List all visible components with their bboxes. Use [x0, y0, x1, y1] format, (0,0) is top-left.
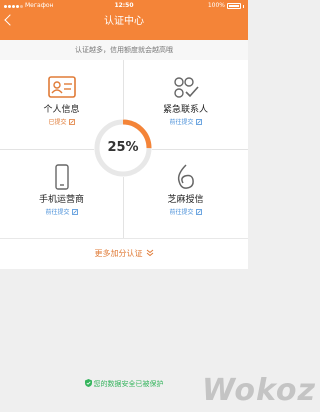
watermark-logo: Wokoz [201, 373, 316, 408]
item-status: 前往提交 [124, 208, 247, 217]
progress-percent: 25% [107, 140, 139, 155]
item-title: 个人信息 [43, 105, 80, 115]
security-text: 您的数据安全已被保护 [93, 380, 164, 388]
contacts-icon [173, 77, 199, 98]
double-chevron-down-icon [146, 249, 153, 257]
item-title: 手机运营商 [38, 195, 84, 205]
edit-icon [195, 119, 202, 125]
battery-icon [227, 3, 241, 9]
shield-icon [84, 379, 92, 387]
item-title: 芝麻授信 [167, 195, 204, 205]
more-label: 更多加分认证 [94, 249, 143, 258]
item-status: 前往提交 [0, 208, 123, 217]
battery-percent: 100% [207, 2, 225, 9]
credit-notice: 认证越多，信用额度就会越高哦 [0, 40, 248, 60]
edit-icon [195, 209, 202, 215]
status-bar: Мегафон 12:50 100% [0, 0, 248, 12]
edit-icon [71, 209, 78, 215]
id-card-icon [47, 76, 76, 98]
app-header: Мегафон 12:50 100% 认证中心 [0, 0, 248, 40]
phone-icon [54, 164, 69, 190]
more-certification-button[interactable]: 更多加分认证 [0, 238, 248, 269]
item-title: 紧急联系人 [162, 105, 208, 115]
sesame-icon [177, 164, 194, 189]
page-title: 认证中心 [104, 16, 144, 27]
edit-icon [68, 119, 75, 125]
